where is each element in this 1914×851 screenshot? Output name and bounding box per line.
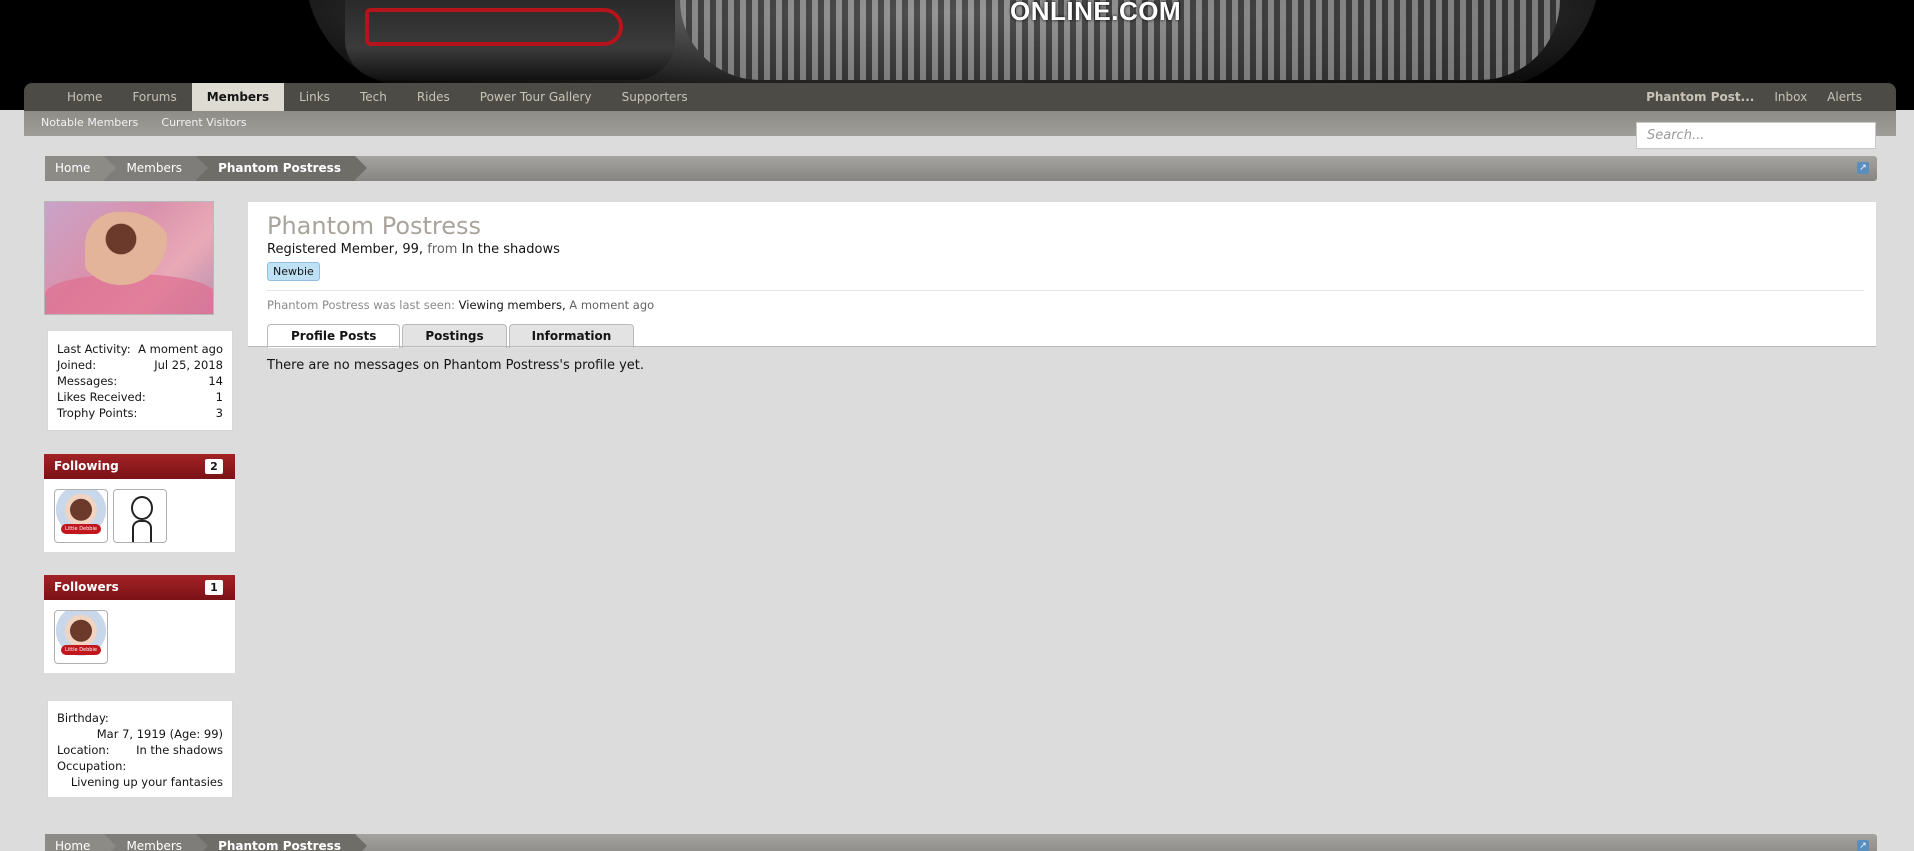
rank-badge: Newbie	[267, 262, 320, 281]
nav-tab-rides[interactable]: Rides	[402, 83, 465, 111]
subnav-current-visitors[interactable]: Current Visitors	[152, 111, 255, 135]
from-label: from	[427, 242, 458, 257]
breadcrumb-home[interactable]: Home	[45, 834, 117, 851]
search-input[interactable]: Search...	[1636, 122, 1876, 149]
subnav-notable-members[interactable]: Notable Members	[32, 111, 147, 135]
site-logo[interactable]: ONLINE.COM	[1010, 0, 1181, 27]
nav-user-links: Phantom Post... Inbox Alerts	[1636, 83, 1872, 111]
divider	[267, 290, 1864, 291]
nav-tab-members[interactable]: Members	[191, 83, 285, 112]
breadcrumb: Home Members Phantom Postress ↗	[45, 156, 1877, 181]
breadcrumb-home[interactable]: Home	[45, 156, 117, 181]
stat-value: 1	[215, 390, 223, 404]
following-avatars	[44, 479, 235, 552]
following-avatar-little-debbie[interactable]	[54, 489, 108, 543]
followers-avatars	[44, 600, 235, 673]
occupation-label: Occupation:	[57, 759, 127, 773]
profile-username: Phantom Postress	[267, 212, 482, 240]
main-navbar: Home Forums Members Links Tech Rides Pow…	[24, 83, 1896, 112]
location-value[interactable]: In the shadows	[136, 742, 223, 758]
profile-avatar[interactable]	[44, 201, 214, 315]
last-seen-line: Phantom Postress was last seen: Viewing …	[267, 298, 654, 312]
stat-value: Jul 25, 2018	[154, 358, 223, 372]
tabs-underline	[248, 346, 1876, 347]
last-seen-prefix: Phantom Postress was last seen:	[267, 298, 456, 312]
nav-tab-tech[interactable]: Tech	[345, 83, 402, 111]
user-title: Registered Member, 99,	[267, 242, 424, 257]
banner-tail-light-image	[345, 0, 675, 80]
jump-to-top-icon[interactable]: ↗	[1857, 162, 1869, 174]
user-location-link[interactable]: In the shadows	[462, 242, 560, 257]
breadcrumb-current-page[interactable]: Phantom Postress	[196, 834, 367, 851]
alerts-link[interactable]: Alerts	[1817, 83, 1872, 111]
about-info-box: Birthday: Mar 7, 1919 (Age: 99) Location…	[47, 700, 233, 798]
avatar-figure-shape	[85, 212, 175, 302]
stat-trophy-points: Trophy Points: 3	[57, 405, 223, 421]
occupation-value: Livening up your fantasies	[70, 775, 223, 789]
follower-avatar-little-debbie[interactable]	[54, 610, 108, 664]
birthday-label: Birthday:	[57, 711, 109, 725]
stat-label: Messages:	[57, 374, 118, 388]
breadcrumb-current-page[interactable]: Phantom Postress	[196, 156, 367, 181]
profile-user-info: Registered Member, 99, from In the shado…	[267, 242, 560, 257]
stat-joined: Joined: Jul 25, 2018	[57, 357, 223, 373]
breadcrumb-members[interactable]: Members	[104, 834, 208, 851]
stat-value[interactable]: 14	[208, 373, 223, 389]
nav-tab-links[interactable]: Links	[284, 83, 345, 111]
location-row: Location: In the shadows	[57, 742, 223, 758]
stat-value[interactable]: 3	[216, 405, 223, 421]
nav-tab-power-tour-gallery[interactable]: Power Tour Gallery	[465, 83, 607, 111]
followers-count-badge[interactable]: 1	[205, 580, 223, 595]
following-avatar-stick-figure[interactable]	[113, 489, 167, 543]
nav-tab-forums[interactable]: Forums	[117, 83, 191, 111]
nav-tab-supporters[interactable]: Supporters	[607, 83, 703, 111]
member-stats-box: Last Activity: A moment ago Joined: Jul 25…	[47, 330, 233, 431]
followers-header[interactable]: Followers 1	[44, 575, 235, 600]
breadcrumb-bottom: Home Members Phantom Postress ↗	[45, 834, 1877, 851]
stat-value: A moment ago	[138, 342, 223, 356]
nav-tabs: Home Forums Members Links Tech Rides Pow…	[52, 83, 703, 112]
last-seen-activity[interactable]: Viewing members,	[459, 298, 566, 312]
stat-label: Likes Received:	[57, 390, 146, 404]
followers-title: Followers	[54, 580, 119, 594]
breadcrumb-members[interactable]: Members	[104, 156, 208, 181]
stat-label: Trophy Points:	[57, 406, 138, 420]
tab-postings[interactable]: Postings	[402, 324, 507, 348]
following-header[interactable]: Following 2	[44, 454, 235, 479]
following-count-badge[interactable]: 2	[205, 459, 223, 474]
inbox-link[interactable]: Inbox	[1764, 83, 1817, 111]
tab-profile-posts[interactable]: Profile Posts	[267, 324, 401, 348]
empty-profile-posts-message: There are no messages on Phantom Postres…	[267, 358, 645, 373]
profile-main: Phantom Postress Registered Member, 99, …	[248, 202, 1876, 348]
location-label: Location:	[57, 743, 110, 757]
following-title: Following	[54, 459, 119, 473]
nav-tab-home[interactable]: Home	[52, 83, 117, 111]
stat-label: Last Activity:	[57, 342, 131, 356]
profile-tabs: Profile Posts Postings Information	[267, 324, 635, 348]
stat-messages: Messages: 14	[57, 373, 223, 389]
followers-block: Followers 1	[44, 575, 235, 673]
last-seen-time: A moment ago	[569, 298, 655, 312]
tab-information[interactable]: Information	[508, 324, 635, 348]
sub-navbar: Notable Members Current Visitors	[24, 111, 1896, 136]
account-menu-link[interactable]: Phantom Post...	[1636, 83, 1764, 111]
stat-likes-received: Likes Received: 1	[57, 389, 223, 405]
stat-last-activity: Last Activity: A moment ago	[57, 341, 223, 357]
birthday-value: Mar 7, 1919 (Age: 99)	[96, 727, 223, 741]
following-block: Following 2	[44, 454, 235, 552]
stat-label: Joined:	[57, 358, 97, 372]
jump-to-top-icon[interactable]: ↗	[1857, 840, 1869, 851]
